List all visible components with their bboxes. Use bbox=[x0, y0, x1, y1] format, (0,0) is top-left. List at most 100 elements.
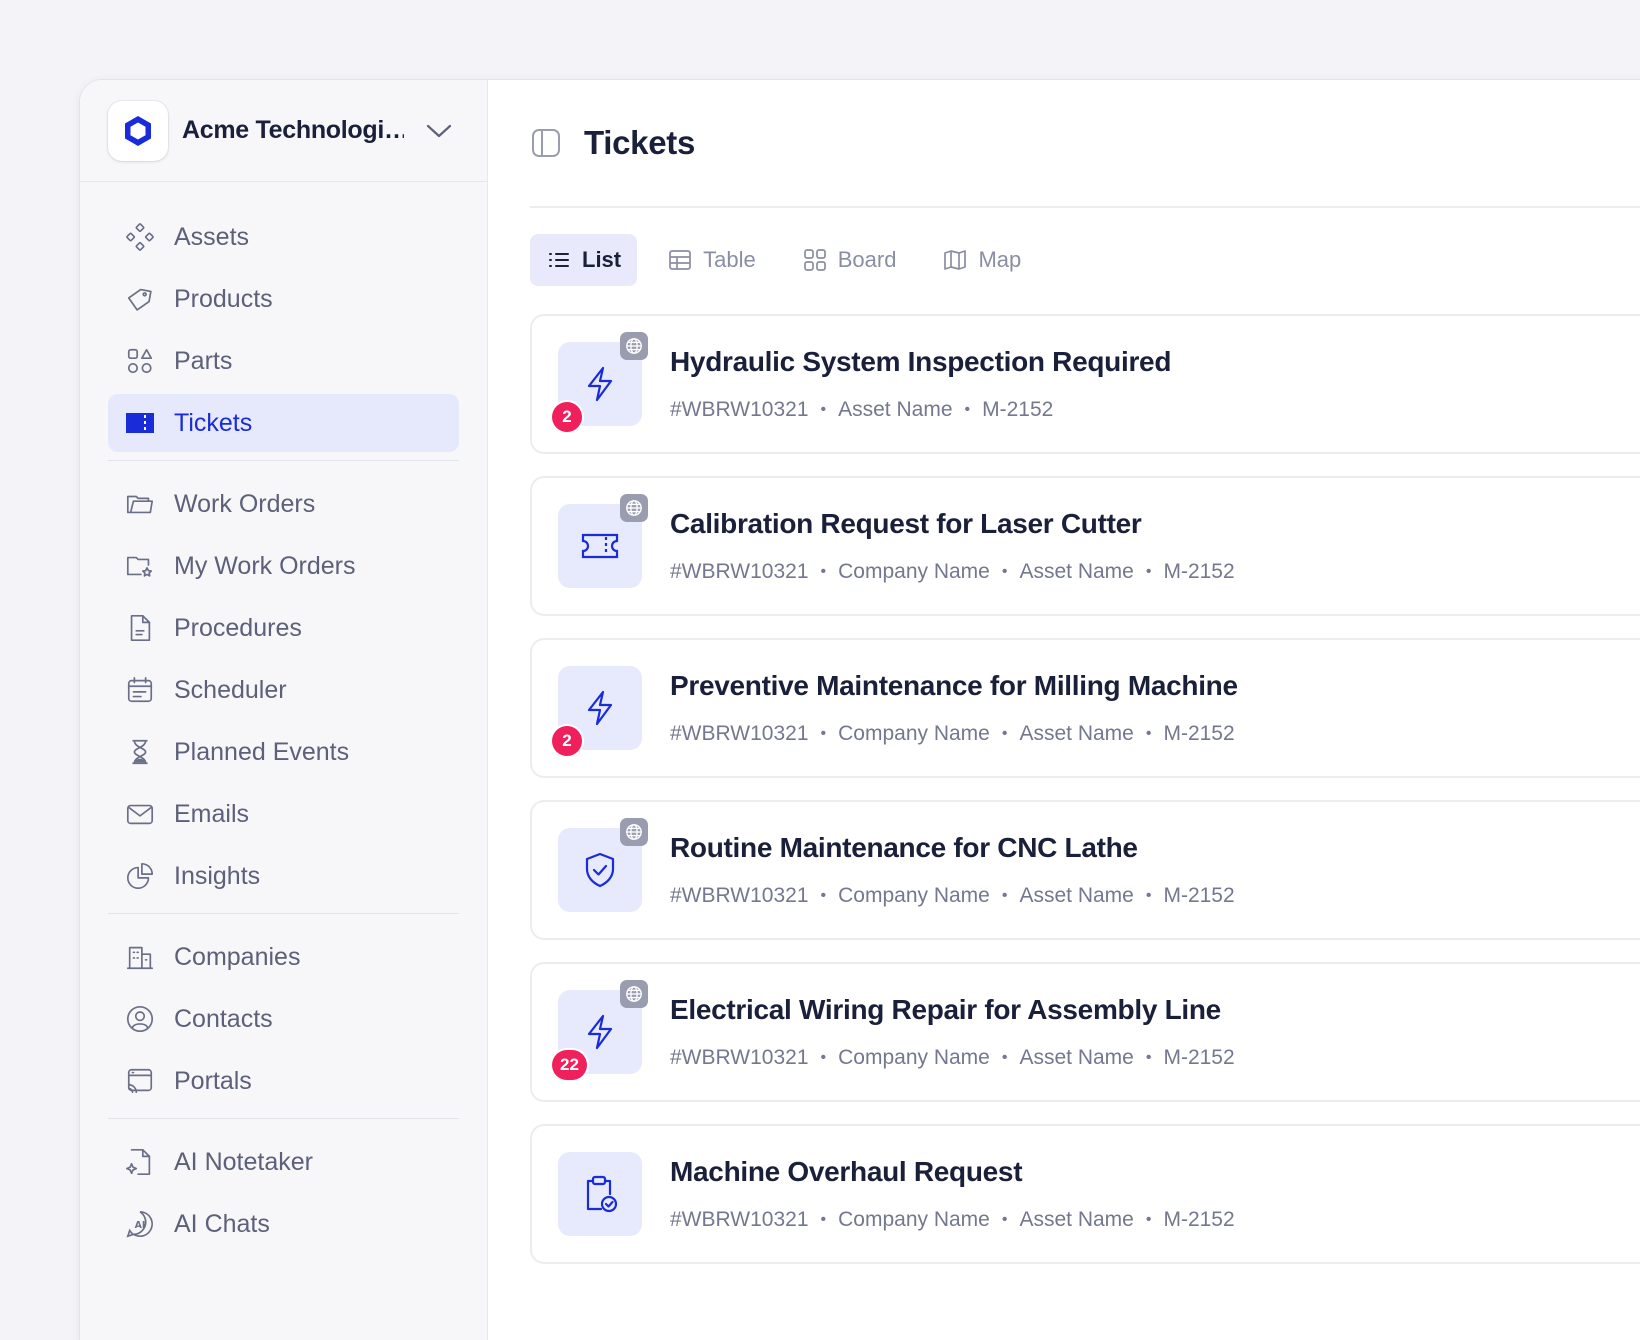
ticket-row[interactable]: 2 Hydraulic System Inspection Required #WB… bbox=[530, 314, 1640, 454]
calendar-icon bbox=[124, 674, 156, 706]
ticket-meta: #WBRW10321 • Company Name • Asset Name • M-215… bbox=[670, 722, 1235, 746]
tab-list[interactable]: List bbox=[530, 234, 638, 286]
view-tabs: List Table Board Map bbox=[530, 234, 1640, 286]
ticket-title: Hydraulic System Inspection Required bbox=[670, 346, 1172, 377]
meta-separator: • bbox=[1001, 563, 1008, 580]
sidebar-divider bbox=[108, 913, 459, 914]
mail-icon bbox=[124, 798, 156, 830]
ticket-meta-item: Asset Name bbox=[1019, 722, 1134, 745]
document-icon bbox=[124, 612, 156, 644]
sidebar-item-label: Products bbox=[174, 284, 273, 313]
sidebar-item-procedures[interactable]: Procedures bbox=[108, 599, 459, 657]
ticket-meta-item: Company Name bbox=[838, 1208, 990, 1231]
sidebar-item-my-work-orders[interactable]: My Work Orders bbox=[108, 537, 459, 595]
ticket-title: Preventive Maintenance for Milling Machi… bbox=[670, 670, 1238, 701]
sidebar-divider bbox=[108, 460, 459, 461]
sidebar-item-label: Procedures bbox=[174, 613, 302, 642]
ai-chat-icon: AI bbox=[124, 1208, 156, 1240]
ticket-meta-item: Asset Name bbox=[1019, 1046, 1134, 1069]
tab-label: Board bbox=[837, 247, 897, 272]
sidebar-item-label: Companies bbox=[174, 942, 301, 971]
tab-board[interactable]: Board bbox=[786, 234, 913, 286]
sidebar-item-planned-events[interactable]: Planned Events bbox=[108, 723, 459, 781]
ticket-meta-item: M-2152 bbox=[1163, 560, 1235, 583]
notification-badge: 2 bbox=[552, 402, 582, 432]
ticket-meta-item: Asset Name bbox=[1019, 884, 1134, 907]
sidebar-item-label: Tickets bbox=[174, 408, 253, 437]
sidebar-item-label: Contacts bbox=[174, 1004, 273, 1033]
ticket-meta-item: Asset Name bbox=[838, 398, 953, 421]
ticket-meta-item: #WBRW10321 bbox=[670, 398, 809, 421]
sidebar-item-label: Emails bbox=[174, 799, 250, 828]
folder-icon bbox=[124, 488, 156, 520]
ticket-title: Routine Maintenance for CNC Lathe bbox=[670, 832, 1138, 863]
page-title: Tickets bbox=[584, 124, 696, 161]
meta-separator: • bbox=[1001, 725, 1008, 742]
sidebar-item-label: Planned Events bbox=[174, 737, 350, 766]
ticket-title: Calibration Request for Laser Cutter bbox=[670, 508, 1142, 539]
meta-separator: • bbox=[1145, 563, 1152, 580]
ticket-list: 2 Hydraulic System Inspection Required #WB… bbox=[530, 314, 1640, 1264]
ticket-meta-item: #WBRW10321 bbox=[670, 1208, 809, 1231]
meta-separator: • bbox=[820, 1211, 827, 1228]
ticket-title: Machine Overhaul Request bbox=[670, 1156, 1023, 1187]
meta-separator: • bbox=[1001, 1049, 1008, 1066]
chevron-down-icon[interactable] bbox=[426, 123, 452, 139]
sidebar-divider bbox=[108, 1118, 459, 1119]
sidebar-item-assets[interactable]: Assets bbox=[108, 208, 459, 266]
org-switcher[interactable]: Acme Technologi… bbox=[80, 80, 487, 182]
shapes-icon bbox=[124, 345, 156, 377]
sidebar-item-insights[interactable]: Insights bbox=[108, 847, 459, 905]
sidebar-item-portals[interactable]: Portals bbox=[108, 1052, 459, 1110]
sidebar-item-scheduler[interactable]: Scheduler bbox=[108, 661, 459, 719]
ticket-row[interactable]: Machine Overhaul Request #WBRW10321 • Compa… bbox=[530, 1124, 1640, 1264]
ticket-row[interactable]: 2 Preventive Maintenance for Milling Mach… bbox=[530, 638, 1640, 778]
globe-icon bbox=[620, 818, 648, 846]
ticket-meta: #WBRW10321 • Company Name • Asset Name • M-215… bbox=[670, 1208, 1235, 1232]
sidebar-toggle-icon[interactable] bbox=[530, 126, 564, 160]
sidebar-item-contacts[interactable]: Contacts bbox=[108, 990, 459, 1048]
sidebar-item-products[interactable]: Products bbox=[108, 270, 459, 328]
meta-separator: • bbox=[820, 1049, 827, 1066]
ticket-title: Electrical Wiring Repair for Assembly Li… bbox=[670, 994, 1221, 1025]
hourglass-icon bbox=[124, 736, 156, 768]
sidebar-item-label: Work Orders bbox=[174, 489, 316, 518]
ticket-meta-item: M-2152 bbox=[1163, 1208, 1235, 1231]
tab-table[interactable]: Table bbox=[651, 234, 772, 286]
org-name: Acme Technologi… bbox=[182, 116, 404, 144]
sidebar-item-label: Insights bbox=[174, 861, 261, 890]
tab-label: Table bbox=[703, 247, 756, 272]
svg-text:AI: AI bbox=[135, 1220, 146, 1231]
ticket-row[interactable]: 22 Electrical Wiring Repair for Assembly … bbox=[530, 962, 1640, 1102]
ticket-row[interactable]: Calibration Request for Laser Cutter #WBR… bbox=[530, 476, 1640, 616]
ticket-meta: #WBRW10321 • Asset Name • M-2152 bbox=[670, 398, 1053, 422]
ticket-row[interactable]: Routine Maintenance for CNC Lathe #WBRW10… bbox=[530, 800, 1640, 940]
tag-icon bbox=[124, 283, 156, 315]
map-icon bbox=[942, 247, 968, 273]
sidebar-item-emails[interactable]: Emails bbox=[108, 785, 459, 843]
notification-badge: 22 bbox=[552, 1050, 587, 1080]
sidebar-item-work-orders[interactable]: Work Orders bbox=[108, 475, 459, 533]
sidebar-item-label: Scheduler bbox=[174, 675, 287, 704]
ticket-meta-item: Company Name bbox=[838, 560, 990, 583]
main-content: Tickets List Table Board Map 2 Hydraulic Sys… bbox=[488, 80, 1640, 1340]
meta-separator: • bbox=[820, 887, 827, 904]
portal-icon bbox=[124, 1065, 156, 1097]
sidebar-item-companies[interactable]: Companies bbox=[108, 928, 459, 986]
ticket-meta-item: Company Name bbox=[838, 1046, 990, 1069]
pie-chart-icon bbox=[124, 860, 156, 892]
sidebar-item-ai-chats[interactable]: AI AI Chats bbox=[108, 1195, 459, 1253]
meta-separator: • bbox=[820, 401, 827, 418]
sidebar-item-ai-notetaker[interactable]: AI Notetaker bbox=[108, 1133, 459, 1191]
ai-note-icon bbox=[124, 1146, 156, 1178]
ticket-meta-item: M-2152 bbox=[982, 398, 1054, 421]
ticket-meta-item: M-2152 bbox=[1163, 884, 1235, 907]
sidebar-item-parts[interactable]: Parts bbox=[108, 332, 459, 390]
ticket-meta-item: #WBRW10321 bbox=[670, 560, 809, 583]
meta-separator: • bbox=[964, 401, 971, 418]
user-circle-icon bbox=[124, 1003, 156, 1035]
sidebar-item-tickets[interactable]: Tickets bbox=[108, 394, 459, 452]
ticket-meta-item: M-2152 bbox=[1163, 1046, 1235, 1069]
tab-map[interactable]: Map bbox=[926, 234, 1037, 286]
ticket-meta-item: Company Name bbox=[838, 884, 990, 907]
